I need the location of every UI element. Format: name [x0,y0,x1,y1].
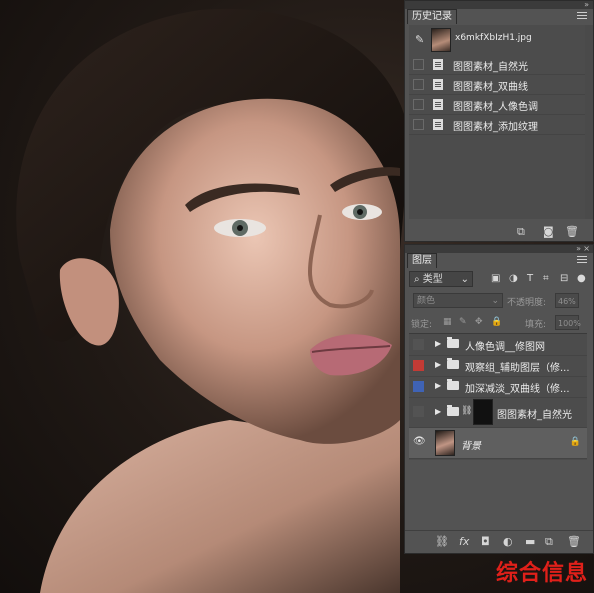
layer-mask-thumbnail [473,399,493,425]
lock-transparent-icon[interactable]: ▦ [443,317,452,327]
add-mask-icon[interactable]: ◘ [481,535,490,548]
layers-panel: » × 图层 ⌕ 类型 ⌄ ▣ ◑ T ⌗ ⊟ ● 颜色 ⌄ 不透明度: 46% 锁… [404,244,594,554]
history-snapshot[interactable]: ✎ x6mkfXbIzH1.jpg [409,25,585,53]
history-toolbar: ⧉ ◙ 🗑 [405,221,593,241]
tab-history[interactable]: 历史记录 [407,9,457,24]
expand-arrow-icon[interactable]: ▶ [435,360,441,369]
close-icon[interactable]: × [583,245,590,253]
layers-toolbar: ⛓ fx ◘ ◐ ▬ ⧉ 🗑 [405,530,593,553]
trash-icon[interactable]: 🗑 [567,535,581,548]
trash-icon[interactable]: 🗑 [565,225,579,238]
collapse-icon[interactable]: » [584,1,589,9]
history-checkbox[interactable] [413,99,424,110]
panel-header-strip: » × [405,245,593,253]
history-checkbox[interactable] [413,79,424,90]
layer-visibility[interactable] [409,397,429,427]
blend-row: 颜色 ⌄ 不透明度: 46% [409,291,587,311]
new-layer-icon[interactable]: ⧉ [545,535,553,549]
shape-filter-icon[interactable]: ⌗ [543,273,549,284]
link-layers-icon[interactable]: ⛓ [435,535,449,548]
history-item[interactable]: 图图素材_双曲线 [409,75,585,95]
chevron-down-icon: ⌄ [491,296,499,306]
pixel-filter-icon[interactable]: ▣ [491,273,500,284]
layer-filter-select[interactable]: ⌕ 类型 ⌄ [409,271,473,287]
new-group-icon[interactable]: ▬ [525,535,535,548]
lock-icon: 🔒 [569,437,581,447]
search-icon: ⌕ [414,274,423,285]
layer-color-swatch [413,360,424,371]
new-document-from-state-icon[interactable]: ⧉ [517,225,525,239]
type-filter-icon[interactable]: T [527,273,533,284]
history-item[interactable]: 图图素材_人像色调 [409,95,585,115]
camera-icon[interactable]: ◙ [543,225,554,238]
link-icon: ⛓ [461,406,473,416]
panel-header-strip: » [405,1,593,9]
document-icon [433,119,443,130]
history-checkbox[interactable] [413,59,424,70]
document-icon [433,79,443,90]
document-icon [433,99,443,110]
history-scrollbar[interactable] [585,25,593,219]
folder-icon [447,358,459,369]
expand-arrow-icon[interactable]: ▶ [435,407,441,416]
lock-move-icon[interactable]: ✥ [475,317,483,327]
layer-row[interactable]: ▶ 加深减淡_双曲线（修... [409,376,587,398]
snapshot-thumbnail [431,28,451,52]
layer-visibility[interactable] [409,355,429,376]
layer-filter-row: ⌕ 类型 ⌄ ▣ ◑ T ⌗ ⊟ ● [409,269,587,289]
adjustment-layer-icon[interactable]: ◐ [503,535,513,548]
collapse-icon[interactable]: » [576,245,581,253]
blend-mode-select[interactable]: 颜色 ⌄ [413,293,503,308]
eye-icon[interactable]: 👁 [413,436,426,447]
tab-layers[interactable]: 图层 [407,253,437,268]
expand-arrow-icon[interactable]: ▶ [435,381,441,390]
watermark-logo: 综合信息 [495,561,588,586]
folder-icon [447,379,459,390]
layer-row[interactable]: ▶ 人像色调__修图网 [409,334,587,356]
fx-icon[interactable]: fx [459,535,469,548]
document-icon [433,59,443,70]
layer-thumbnail [435,430,455,456]
folder-icon [447,405,459,416]
layer-color-swatch [413,381,424,392]
layer-color-swatch [413,339,424,350]
layer-color-swatch [413,406,424,417]
layers-list: ▶ 人像色调__修图网 ▶ 观察组_辅助图层（修... ▶ 加深减淡_双曲线（修… [409,333,587,460]
panel-menu-icon[interactable] [575,10,589,20]
history-checkbox[interactable] [413,119,424,130]
adjustment-filter-icon[interactable]: ◑ [509,273,518,284]
opacity-input[interactable]: 46% [555,293,579,308]
chevron-down-icon: ⌄ [460,274,469,285]
layer-visibility[interactable] [409,334,429,355]
panel-menu-icon[interactable] [575,254,589,264]
lock-paint-icon[interactable]: ✎ [459,317,467,327]
layer-row[interactable]: ▶ ⛓ 图图素材_自然光 [409,397,587,428]
expand-arrow-icon[interactable]: ▶ [435,339,441,348]
layer-visibility[interactable] [409,376,429,397]
history-list: ✎ x6mkfXbIzH1.jpg 图图素材_自然光 图图素材_双曲线 图图素材… [409,25,585,219]
history-panel: » 历史记录 ✎ x6mkfXbIzH1.jpg 图图素材_自然光 图图素材_双… [404,0,594,242]
layer-row-background[interactable]: 👁 背景 🔒 [409,428,587,459]
history-item[interactable]: 图图素材_添加纹理 [409,115,585,135]
layer-row[interactable]: ▶ 观察组_辅助图层（修... [409,355,587,377]
folder-icon [447,337,459,348]
filter-toggle-icon[interactable]: ● [577,273,586,284]
snapshot-name: x6mkfXbIzH1.jpg [455,33,532,43]
history-item[interactable]: 图图素材_自然光 [409,55,585,75]
lock-all-icon[interactable]: 🔒 [491,317,502,327]
history-brush-icon[interactable]: ✎ [415,33,424,46]
lock-row: 锁定: ▦ ✎ ✥ 🔒 填充: 100% [411,315,581,330]
smart-object-filter-icon[interactable]: ⊟ [560,273,568,284]
fill-input[interactable]: 100% [555,315,581,330]
